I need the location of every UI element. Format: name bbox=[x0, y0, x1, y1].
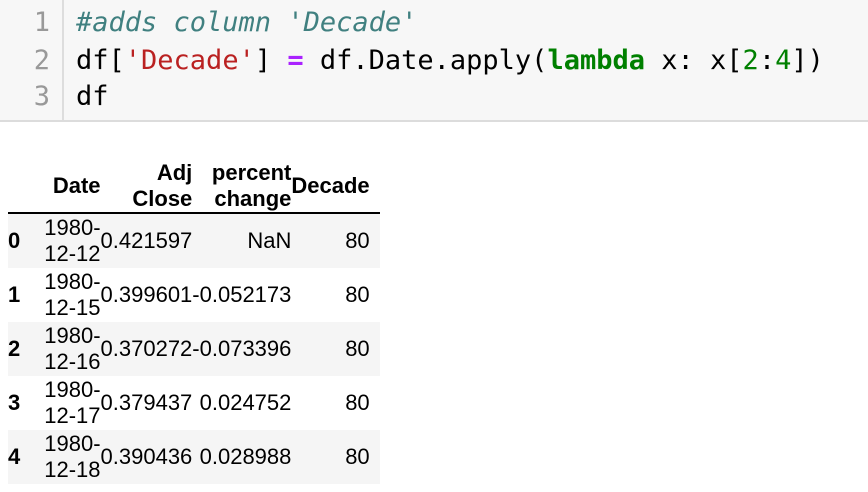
column-header-date: Date bbox=[44, 160, 101, 214]
column-header-index bbox=[8, 160, 45, 214]
cell-decade: 80 bbox=[345, 336, 370, 361]
cell-date: 1980-12-17 bbox=[44, 377, 101, 428]
table-row: 3 1980-12-17 0.379437 0.024752 80 bbox=[8, 376, 380, 430]
cell-adj-close: 0.421597 bbox=[100, 228, 193, 253]
row-index: 4 bbox=[8, 444, 21, 469]
line-number: 2 bbox=[33, 45, 50, 76]
code-line-2[interactable]: df['Decade'] = df.Date.apply(lambda x: x… bbox=[76, 44, 824, 78]
column-header-adj-close: Adj Close bbox=[100, 160, 193, 214]
code-operator: = bbox=[287, 45, 304, 76]
dataframe-table: Date Adj Close percent change Decade 0 1… bbox=[8, 160, 380, 484]
line-number: 3 bbox=[33, 81, 50, 112]
line-number: 1 bbox=[33, 7, 50, 38]
code-keyword: lambda bbox=[547, 45, 645, 76]
code-token: df bbox=[76, 81, 109, 112]
column-header-decade: Decade bbox=[291, 160, 380, 214]
cell-decade: 80 bbox=[345, 228, 370, 253]
cell-date: 1980-12-16 bbox=[44, 323, 101, 374]
cell-adj-close: 0.390436 bbox=[100, 444, 193, 469]
cell-percent-change: NaN bbox=[247, 228, 292, 253]
code-number: 4 bbox=[775, 45, 792, 76]
table-row: 2 1980-12-16 0.370272 -0.073396 80 bbox=[8, 322, 380, 376]
line-number-gutter: 1 2 3 bbox=[0, 0, 64, 120]
row-index: 2 bbox=[8, 336, 21, 361]
cell-date: 1980-12-12 bbox=[44, 215, 101, 266]
table-header-row: Date Adj Close percent change Decade bbox=[8, 160, 380, 214]
code-string: 'Decade' bbox=[124, 45, 255, 76]
code-number: 2 bbox=[742, 45, 759, 76]
code-token: : bbox=[758, 45, 776, 76]
cell-decade: 80 bbox=[345, 390, 370, 415]
code-input-cell[interactable]: 1 2 3 #adds column 'Decade' df['Decade']… bbox=[0, 0, 868, 122]
code-line-3[interactable]: df bbox=[76, 80, 109, 114]
column-header-percent-change: percent change bbox=[192, 160, 292, 214]
cell-percent-change: 0.024752 bbox=[199, 390, 292, 415]
row-index: 0 bbox=[8, 228, 21, 253]
code-token: df[ bbox=[76, 45, 125, 76]
cell-percent-change: 0.028988 bbox=[199, 444, 292, 469]
cell-adj-close: 0.370272 bbox=[100, 336, 193, 361]
row-index: 1 bbox=[8, 282, 21, 307]
table-row: 4 1980-12-18 0.390436 0.028988 80 bbox=[8, 430, 380, 484]
row-index: 3 bbox=[8, 390, 21, 415]
code-line-1[interactable]: #adds column 'Decade' bbox=[76, 6, 417, 40]
cell-adj-close: 0.399601 bbox=[100, 282, 193, 307]
table-row: 1 1980-12-15 0.399601 -0.052173 80 bbox=[8, 268, 380, 322]
code-token: ]) bbox=[791, 45, 824, 76]
code-comment: #adds column 'Decade' bbox=[76, 7, 418, 38]
code-token: df.Date.apply( bbox=[303, 45, 548, 76]
table-row: 0 1980-12-12 0.421597 NaN 80 bbox=[8, 213, 380, 268]
cell-date: 1980-12-15 bbox=[44, 269, 101, 320]
cell-percent-change: -0.073396 bbox=[192, 336, 292, 361]
cell-date: 1980-12-18 bbox=[44, 431, 101, 482]
code-token: ] bbox=[254, 45, 288, 76]
cell-decade: 80 bbox=[345, 282, 370, 307]
cell-decade: 80 bbox=[345, 444, 370, 469]
code-token: x: x[ bbox=[645, 45, 743, 76]
cell-adj-close: 0.379437 bbox=[100, 390, 193, 415]
cell-percent-change: -0.052173 bbox=[192, 282, 292, 307]
